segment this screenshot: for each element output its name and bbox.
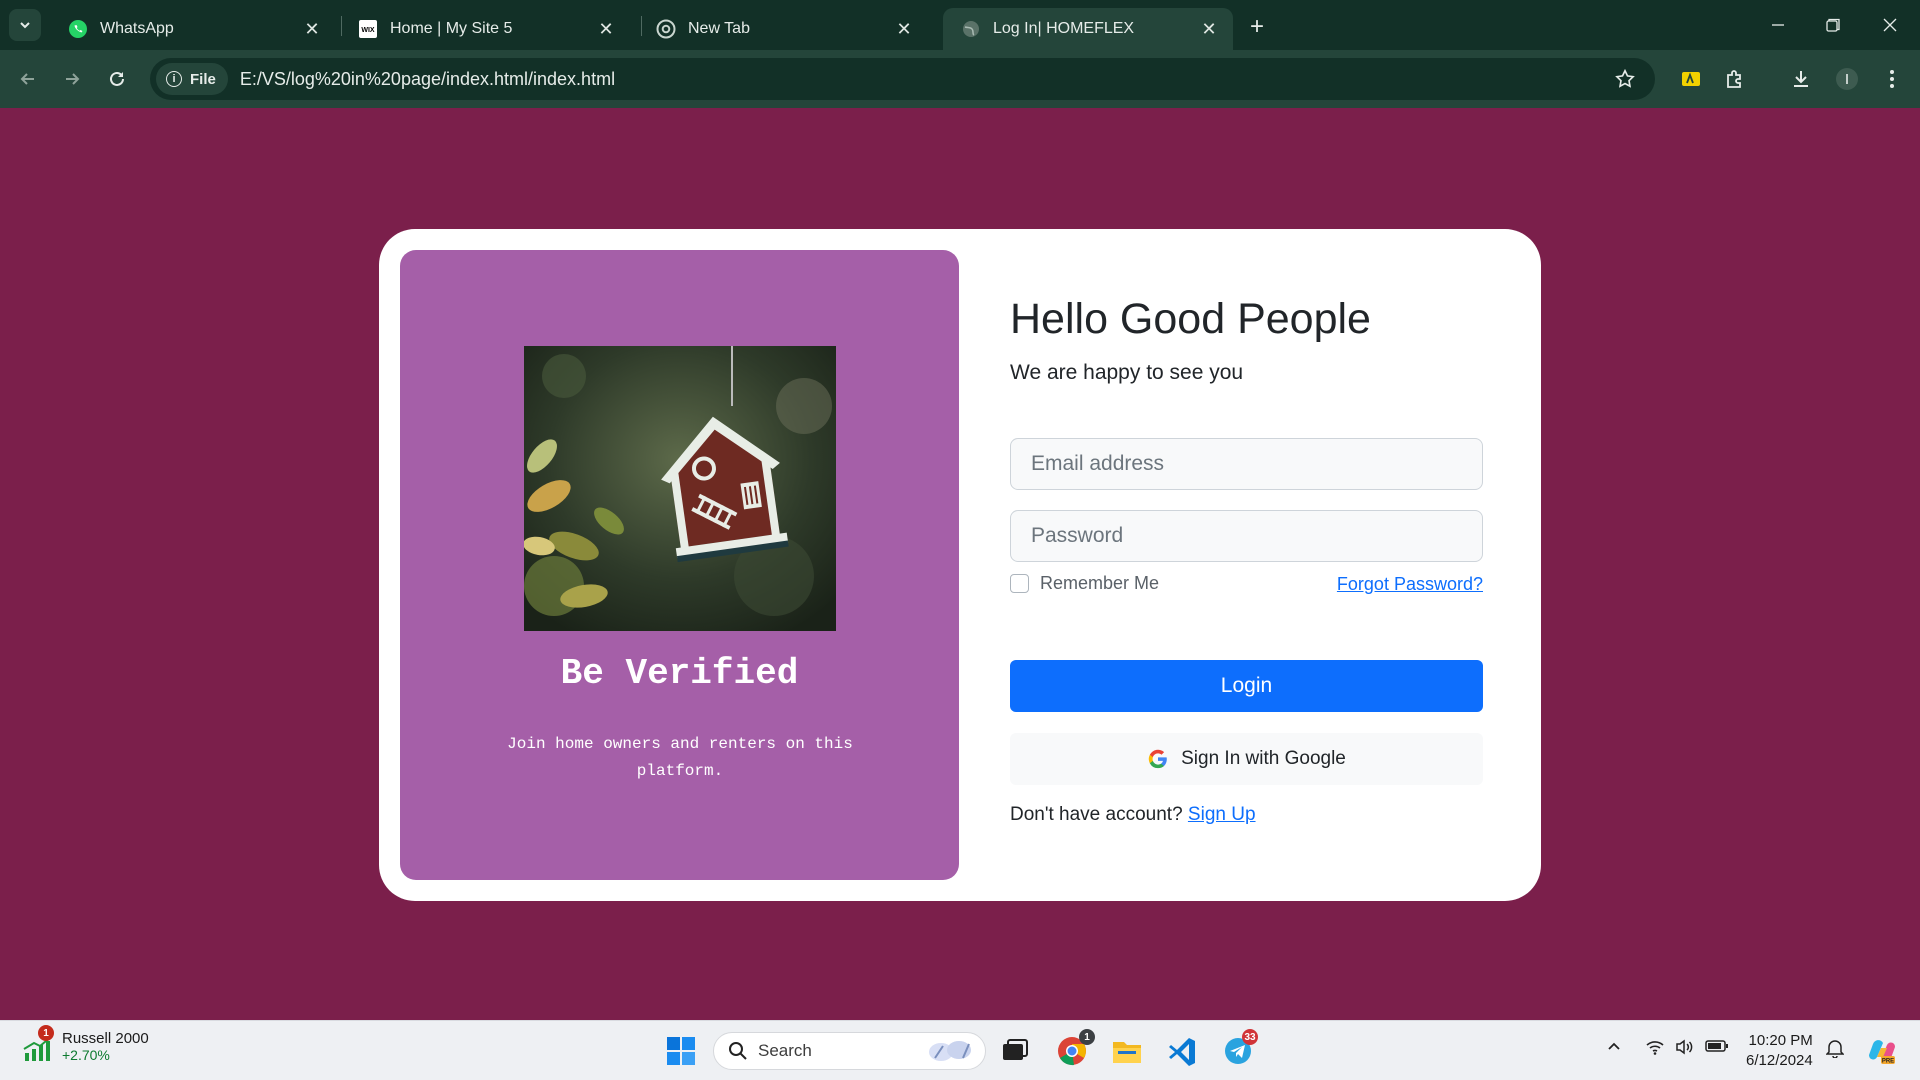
chevron-down-icon — [20, 22, 30, 29]
battery-icon[interactable] — [1705, 1039, 1729, 1057]
chrome-taskbar-icon[interactable]: 1 — [1052, 1029, 1095, 1071]
windows-start-icon[interactable] — [661, 1031, 701, 1071]
windows-taskbar: 1 Russell 2000 +2.70% Search 1 33 10:20 … — [0, 1020, 1920, 1080]
vscode-icon[interactable] — [1162, 1031, 1202, 1071]
copilot-icon[interactable]: PRE — [1862, 1031, 1902, 1071]
remember-me-label[interactable]: Remember Me — [1040, 573, 1159, 594]
tab-title: WhatsApp — [100, 20, 174, 37]
password-field[interactable] — [1010, 510, 1483, 562]
search-label: Search — [758, 1041, 812, 1060]
show-hidden-icons-chevron-icon[interactable] — [1606, 1039, 1622, 1057]
address-bar[interactable]: i File E:/VS/log%20in%20page/index.html/… — [150, 58, 1655, 100]
clock-date: 6/12/2024 — [1746, 1052, 1813, 1069]
wifi-icon[interactable] — [1645, 1039, 1665, 1059]
google-logo-icon — [1148, 749, 1167, 769]
task-view-icon[interactable] — [995, 1031, 1035, 1071]
widget-name: Russell 2000 — [62, 1029, 149, 1047]
notification-bell-icon[interactable] — [1825, 1038, 1845, 1062]
more-menu-icon[interactable] — [1876, 63, 1908, 95]
tab-log-in-homeflex[interactable]: Log In| HOMEFLEX ✕ — [943, 8, 1233, 50]
login-card: Be Verified Join home owners and renters… — [379, 229, 1541, 901]
system-clock[interactable]: 10:20 PM 6/12/2024 — [1746, 1031, 1813, 1071]
extension-notes-icon[interactable] — [1675, 63, 1707, 95]
svg-text:PRE: PRE — [1882, 1059, 1894, 1065]
tab-title: Home | My Site 5 — [390, 20, 513, 37]
forward-arrow-icon[interactable] — [56, 63, 88, 95]
panel-subtitle: Join home owners and renters on this pla… — [507, 735, 853, 780]
profile-avatar-icon[interactable] — [1831, 63, 1863, 95]
tab-search-button[interactable] — [9, 9, 41, 41]
sign-up-link[interactable]: Sign Up — [1188, 804, 1256, 825]
stock-widget[interactable]: 1 Russell 2000 +2.70% — [22, 1025, 149, 1063]
tab-title: New Tab — [688, 20, 750, 37]
wix-icon: WIX — [358, 19, 378, 39]
chrome-icon — [656, 19, 676, 39]
page-subtitle: We are happy to see you — [1010, 361, 1244, 384]
tab-home-my-site[interactable]: WIX Home | My Site 5 ✕ — [340, 8, 630, 50]
restore-icon[interactable] — [1809, 8, 1857, 42]
taskbar-search[interactable]: Search — [713, 1032, 986, 1070]
new-tab-plus-icon[interactable]: + — [1243, 13, 1271, 41]
panel-title: Be Verified — [560, 653, 799, 694]
widget-change: +2.70% — [62, 1046, 110, 1063]
page-title: Hello Good People — [1010, 295, 1371, 343]
signup-row: Don't have account? Sign Up — [1010, 804, 1256, 826]
bookmark-star-icon[interactable] — [1613, 67, 1637, 91]
widget-badge: 1 — [38, 1025, 54, 1041]
minimize-icon[interactable] — [1754, 8, 1802, 42]
browser-tab-bar: WhatsApp ✕ WIX Home | My Site 5 ✕ New Ta… — [0, 0, 1920, 50]
chrome-badge: 1 — [1079, 1029, 1095, 1045]
close-icon[interactable]: ✕ — [894, 19, 914, 39]
email-field[interactable] — [1010, 438, 1483, 490]
info-icon: i — [166, 71, 182, 87]
login-button[interactable]: Login — [1010, 660, 1483, 712]
tab-title: Log In| HOMEFLEX — [993, 20, 1135, 37]
remember-me-row: Remember Me — [1010, 573, 1159, 594]
volume-icon[interactable] — [1675, 1039, 1695, 1059]
whatsapp-icon — [68, 19, 88, 39]
tab-new-tab[interactable]: New Tab ✕ — [638, 8, 928, 50]
globe-icon — [961, 19, 981, 39]
google-button-label: Sign In with Google — [1181, 748, 1346, 769]
site-info-chip[interactable]: i File — [156, 63, 228, 95]
search-icon — [729, 1042, 747, 1060]
google-sign-in-button[interactable]: Sign In with Google — [1010, 733, 1483, 785]
back-arrow-icon[interactable] — [12, 63, 44, 95]
forgot-password-link[interactable]: Forgot Password? — [1337, 574, 1483, 595]
tab-whatsapp[interactable]: WhatsApp ✕ — [50, 8, 336, 50]
extensions-puzzle-icon[interactable] — [1719, 63, 1751, 95]
clock-time: 10:20 PM — [1748, 1032, 1813, 1049]
browser-toolbar: i File E:/VS/log%20in%20page/index.html/… — [0, 50, 1920, 108]
close-icon[interactable]: ✕ — [596, 19, 616, 39]
verification-panel: Be Verified Join home owners and renters… — [400, 250, 959, 880]
close-icon[interactable]: ✕ — [1199, 19, 1219, 39]
no-account-text: Don't have account? — [1010, 804, 1183, 825]
telegram-badge: 33 — [1242, 1029, 1258, 1045]
site-info-label: File — [190, 70, 216, 88]
download-icon[interactable] — [1785, 63, 1817, 95]
svg-text:WIX: WIX — [361, 27, 375, 34]
reload-icon[interactable] — [101, 63, 133, 95]
close-icon[interactable]: ✕ — [302, 19, 322, 39]
search-highlight-icon — [929, 1041, 971, 1061]
login-form: Hello Good People We are happy to see yo… — [1010, 229, 1483, 901]
file-explorer-icon[interactable] — [1107, 1031, 1147, 1071]
telegram-icon[interactable]: 33 — [1218, 1029, 1258, 1071]
close-window-icon[interactable] — [1866, 8, 1914, 42]
url-text[interactable]: E:/VS/log%20in%20page/index.html/index.h… — [240, 69, 615, 90]
birdhouse-photo — [524, 346, 836, 631]
remember-me-checkbox[interactable] — [1010, 574, 1029, 593]
